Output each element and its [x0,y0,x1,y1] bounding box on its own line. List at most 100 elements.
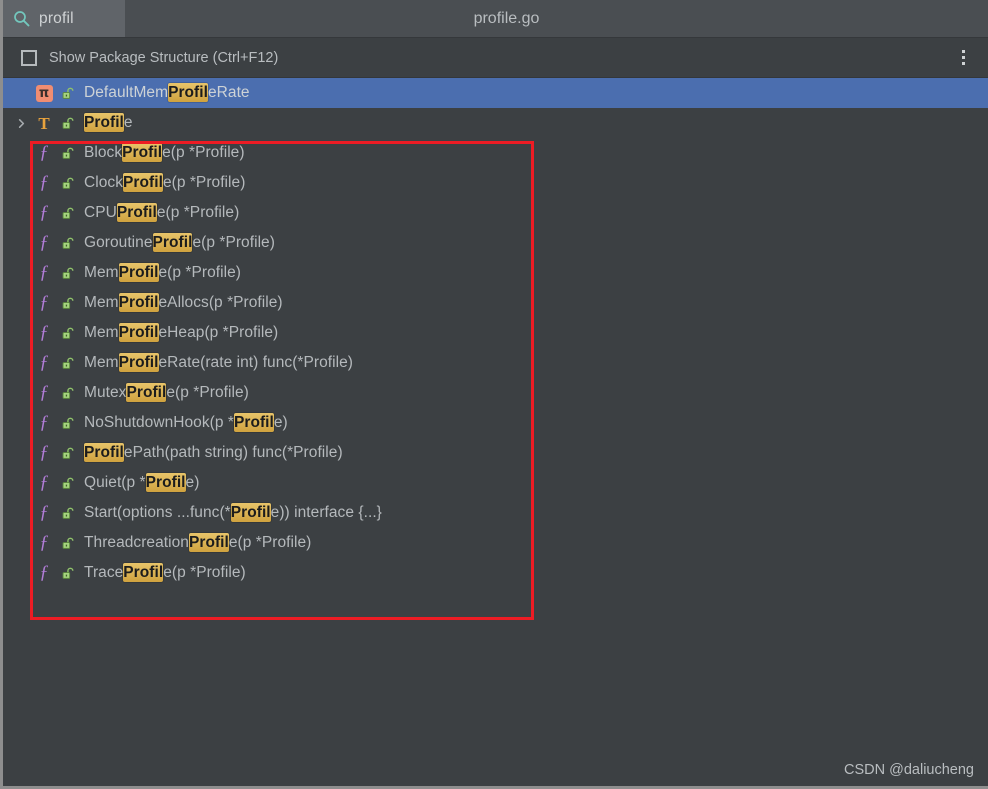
tree-row-function[interactable]: ƒ MemProfile(p *Profile) [3,258,988,288]
function-glyph: ƒ [39,351,49,373]
function-glyph: ƒ [39,201,49,223]
tree-row-label: ThreadcreationProfile(p *Profile) [84,533,312,552]
tree-row-label: MutexProfile(p *Profile) [84,383,249,402]
label-text: eRate(rate int) func(*Profile) [158,354,353,371]
label-text: Clock [84,174,124,191]
label-text: eHeap(p *Profile) [158,324,279,341]
structure-tree[interactable]: π DefaultMemProfileRate T Profile ƒ BlockProf… [3,78,988,588]
tree-row-function[interactable]: ƒ Quiet(p *Profile) [3,468,988,498]
type-t-icon: T [31,115,57,132]
function-glyph: ƒ [39,411,49,433]
search-match-highlight: Profil [188,533,229,552]
tree-row-function[interactable]: ƒ MutexProfile(p *Profile) [3,378,988,408]
kebab-dot [961,56,965,59]
label-text: NoShutdownHook(p * [84,414,234,431]
chevron-right-icon[interactable] [11,118,31,129]
search-match-highlight: Profil [84,113,124,132]
tree-row-function[interactable]: ƒ BlockProfile(p *Profile) [3,138,988,168]
unlock-icon [57,536,79,551]
function-f-icon: ƒ [31,501,57,523]
search-match-highlight: Profil [123,563,164,582]
search-match-highlight: Profil [118,293,159,312]
function-glyph: ƒ [39,441,49,463]
function-glyph: ƒ [39,171,49,193]
function-f-icon: ƒ [31,233,57,253]
tree-row-label: GoroutineProfile(p *Profile) [84,233,275,252]
unlock-icon [57,566,79,581]
label-text: eRate [207,84,250,101]
tree-row-label: MemProfileRate(rate int) func(*Profile) [84,353,353,372]
function-f-icon: ƒ [31,411,57,433]
search-match-highlight: Profil [145,473,186,492]
tree-row-function[interactable]: ƒ MemProfileRate(rate int) func(*Profile) [3,348,988,378]
label-text: e(p *Profile) [228,534,312,551]
function-glyph: ƒ [39,381,49,403]
tree-row-function[interactable]: ƒ MemProfileHeap(p *Profile) [3,318,988,348]
search-icon [13,10,30,27]
toolbar: Show Package Structure (Ctrl+F12) [3,38,988,78]
label-text: e(p *Profile) [166,384,249,401]
search-match-highlight: Profil [118,353,159,372]
label-text: Quiet(p * [84,474,146,491]
show-package-structure-checkbox-row[interactable]: Show Package Structure (Ctrl+F12) [21,49,952,66]
type-glyph: T [38,113,50,133]
label-text: Trace [84,564,124,581]
unlock-icon [57,476,79,491]
tree-row-label: MemProfile(p *Profile) [84,263,242,282]
tree-row-function[interactable]: ƒ CPUProfile(p *Profile) [3,198,988,228]
function-f-icon: ƒ [31,171,57,193]
tree-row-function[interactable]: ƒ NoShutdownHook(p *Profile) [3,408,988,438]
label-text: Block [84,144,123,161]
label-text: e)) interface {...} [270,504,382,521]
search-match-highlight: Profil [123,173,163,192]
label-text: Threadcreation [84,534,189,551]
label-text: e) [273,414,288,431]
top-bar: profil profile.go [3,0,988,38]
tree-row-type[interactable]: T Profile [3,108,988,138]
label-text: e(p *Profile) [163,564,246,581]
unlock-icon [57,446,79,461]
label-text: Mem [84,294,119,311]
tree-row-function[interactable]: ƒ MemProfileAllocs(p *Profile) [3,288,988,318]
function-glyph: ƒ [39,291,49,313]
label-text: e(p *Profile) [156,204,240,221]
search-match-highlight: Profil [116,203,157,222]
tree-row-label: Quiet(p *Profile) [84,473,200,492]
search-match-highlight: Profil [126,383,167,402]
kebab-dot [961,62,965,65]
function-glyph: ƒ [39,471,49,493]
search-match-highlight: Profil [168,83,208,102]
show-package-structure-checkbox[interactable] [21,49,37,66]
label-text: e) [185,474,200,491]
function-f-icon: ƒ [31,351,57,373]
function-f-icon: ƒ [31,201,57,223]
function-glyph: ƒ [39,561,49,583]
search-match-highlight: Profil [84,443,124,462]
unlock-icon [57,296,79,311]
tree-row-function[interactable]: ƒ TraceProfile(p *Profile) [3,558,988,588]
function-glyph: ƒ [39,141,49,163]
tree-row-function[interactable]: ƒ GoroutineProfile(p *Profile) [3,228,988,258]
search-match-highlight: Profil [230,503,271,522]
search-match-highlight: Profil [233,413,274,432]
tree-row-function[interactable]: ƒ Start(options ...func(*Profile)) interf… [3,498,988,528]
tree-row-function[interactable]: ƒ ProfilePath(path string) func(*Profile) [3,438,988,468]
label-text: CPU [84,204,117,221]
tree-row-label: Profile [84,113,133,132]
kebab-menu-icon[interactable] [952,45,974,71]
function-glyph: ƒ [39,501,49,523]
tree-row-constant[interactable]: π DefaultMemProfileRate [3,78,988,108]
unlock-icon [57,236,79,251]
tree-row-function[interactable]: ƒ ClockProfile(p *Profile) [3,168,988,198]
label-text: e(p *Profile) [158,264,242,281]
tree-row-label: ProfilePath(path string) func(*Profile) [84,443,343,462]
structure-popup-window: profil profile.go Show Package Structure… [0,0,988,789]
unlock-icon [57,386,79,401]
function-f-icon: ƒ [31,471,57,493]
kebab-dot [961,50,965,53]
unlock-icon [57,116,79,131]
tree-row-label: CPUProfile(p *Profile) [84,203,240,222]
tree-row-function[interactable]: ƒ ThreadcreationProfile(p *Profile) [3,528,988,558]
label-text: ePath(path string) func(*Profile) [123,444,343,461]
function-f-icon: ƒ [31,441,57,463]
